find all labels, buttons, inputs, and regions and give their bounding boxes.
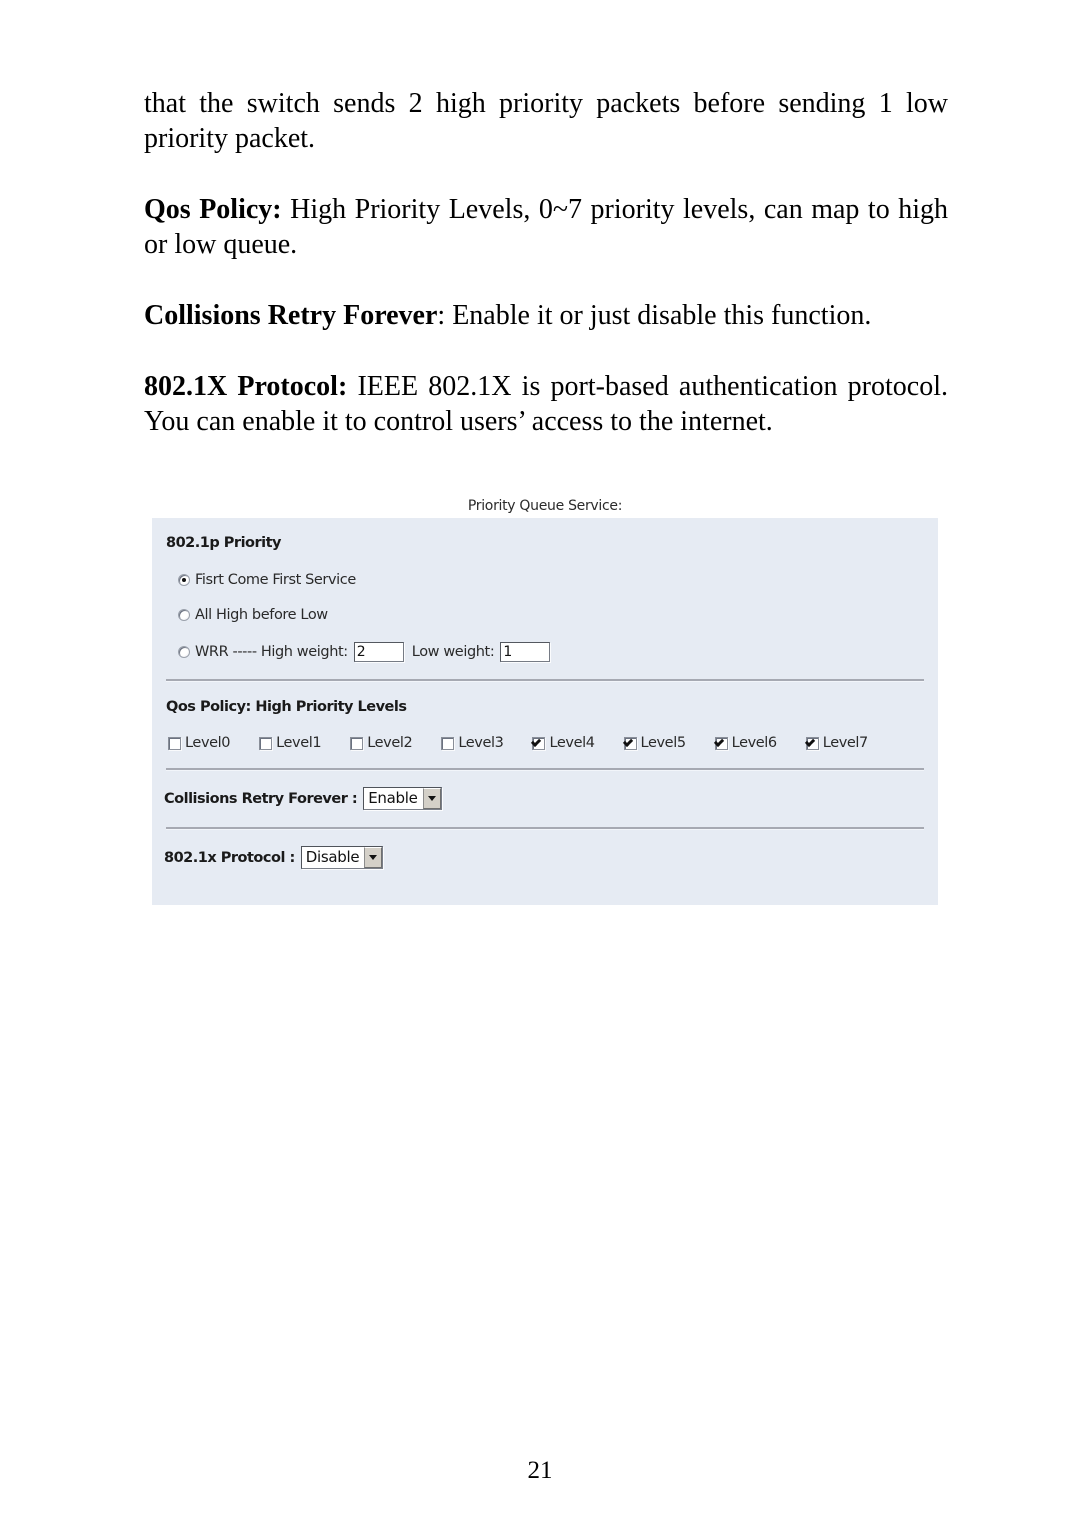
select-collisions-retry-forever[interactable]: Enable bbox=[363, 787, 442, 810]
checkbox-row-level3[interactable]: Level3 bbox=[437, 735, 504, 751]
checkbox-row-level2[interactable]: Level2 bbox=[346, 735, 413, 751]
checkbox-row-level6[interactable]: Level6 bbox=[711, 735, 777, 751]
checkbox-label-level6: Level6 bbox=[731, 735, 778, 751]
select-value-collisions-retry-forever: Enable bbox=[368, 789, 418, 807]
checkbox-icon-level1[interactable] bbox=[259, 736, 273, 750]
checkbox-label-level5: Level5 bbox=[640, 735, 687, 751]
checkbox-icon-level2[interactable] bbox=[350, 736, 364, 750]
radio-label-wrr: WRR ----- High weight: bbox=[195, 644, 348, 660]
checkbox-label-level7: Level7 bbox=[822, 735, 869, 751]
radio-icon-all-high-before-low[interactable] bbox=[178, 609, 190, 621]
checkbox-row-level5[interactable]: Level5 bbox=[620, 735, 686, 751]
label-collisions-retry-forever: Collisions Retry Forever : bbox=[164, 790, 358, 807]
radio-icon-first-come-first-service[interactable] bbox=[178, 574, 190, 586]
high-weight-input[interactable] bbox=[353, 642, 404, 662]
checkbox-label-level0: Level0 bbox=[185, 735, 231, 751]
checkbox-label-level3: Level3 bbox=[458, 735, 504, 751]
checkbox-label-level4: Level4 bbox=[549, 735, 595, 751]
section-divider-2 bbox=[166, 768, 924, 771]
checkbox-icon-level7[interactable] bbox=[805, 736, 819, 750]
section-title-qos-policy: Qos Policy: High Priority Levels bbox=[166, 699, 407, 715]
paragraph-qos-policy: Qos Policy: High Priority Levels, 0~7 pr… bbox=[144, 194, 948, 260]
paragraph-collisions-retry: Collisions Retry Forever: Enable it or j… bbox=[144, 300, 872, 331]
section-divider-3 bbox=[166, 827, 924, 830]
label-8021x-protocol: 802.1x Protocol : bbox=[164, 849, 295, 866]
qos-levels-checkbox-row: Level0 Level1 Level2 Level3 Level4 Level… bbox=[152, 735, 938, 751]
section-qos-policy: Qos Policy: High Priority Levels bbox=[152, 682, 938, 717]
checkbox-icon-level5[interactable] bbox=[623, 736, 637, 750]
radio-icon-wrr[interactable] bbox=[178, 646, 190, 658]
field-8021x-protocol: 802.1x Protocol : Disable bbox=[152, 846, 938, 869]
checkbox-row-level1[interactable]: Level1 bbox=[255, 735, 322, 751]
section-8021p-priority: 802.1p Priority Fisrt Come First Service… bbox=[152, 518, 938, 662]
checkbox-label-level1: Level1 bbox=[276, 735, 322, 751]
checkbox-row-level7[interactable]: Level7 bbox=[802, 735, 868, 751]
priority-queue-service-caption: Priority Queue Service: bbox=[467, 498, 623, 514]
checkbox-icon-level3[interactable] bbox=[441, 736, 455, 750]
checkbox-icon-level4[interactable] bbox=[532, 736, 546, 750]
section-title-8021p-priority: 802.1p Priority bbox=[166, 535, 282, 551]
checkbox-label-level2: Level2 bbox=[367, 735, 413, 751]
low-weight-input[interactable] bbox=[500, 642, 551, 662]
radio-row-all-high-before-low[interactable]: All High before Low bbox=[166, 607, 924, 623]
radio-label-all-high-before-low: All High before Low bbox=[195, 607, 328, 623]
checkbox-icon-level6[interactable] bbox=[714, 736, 728, 750]
field-collisions-retry-forever: Collisions Retry Forever : Enable bbox=[152, 787, 938, 810]
radio-label-first-come-first-service: Fisrt Come First Service bbox=[195, 572, 356, 588]
checkbox-row-level4[interactable]: Level4 bbox=[528, 735, 595, 751]
radio-row-first-come-first-service[interactable]: Fisrt Come First Service bbox=[166, 572, 924, 588]
chevron-down-icon[interactable] bbox=[422, 788, 441, 809]
chevron-down-icon[interactable] bbox=[364, 847, 383, 868]
radio-row-wrr[interactable]: WRR ----- High weight: Low weight: bbox=[166, 642, 924, 662]
checkbox-icon-level0[interactable] bbox=[168, 736, 181, 750]
paragraph-8021x-protocol: 802.1X Protocol: IEEE 802.1X is port-bas… bbox=[144, 371, 948, 437]
low-weight-label: Low weight: bbox=[411, 644, 495, 660]
select-8021x-protocol[interactable]: Disable bbox=[300, 846, 384, 869]
embedded-screenshot-figure: Priority Queue Service: 802.1p Priority … bbox=[152, 498, 938, 905]
select-value-8021x-protocol: Disable bbox=[305, 848, 360, 866]
priority-queue-service-panel: 802.1p Priority Fisrt Come First Service… bbox=[152, 518, 938, 905]
page-number: 21 bbox=[527, 1457, 553, 1484]
document-text-body: that the switch sends 2 high priority pa… bbox=[144, 86, 948, 439]
paragraph-wrr-continued: that the switch sends 2 high priority pa… bbox=[144, 88, 948, 154]
checkbox-row-level0[interactable]: Level0 bbox=[164, 735, 231, 751]
